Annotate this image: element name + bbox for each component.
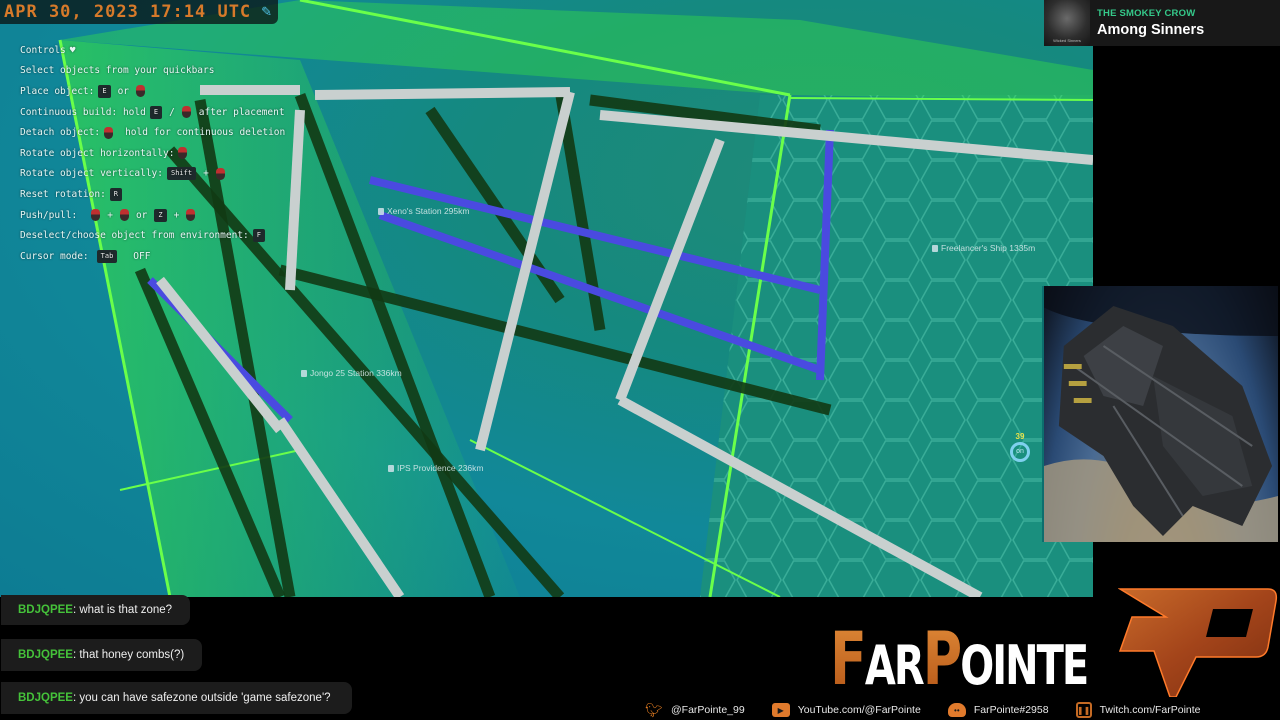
key-shift: Shift bbox=[167, 167, 197, 181]
gps-icon bbox=[388, 464, 394, 472]
album-art: Wicked Sinners bbox=[1044, 0, 1090, 46]
control-row: Place object: E or bbox=[20, 81, 285, 102]
gps-icon bbox=[301, 369, 307, 377]
mouse-right-icon bbox=[91, 209, 101, 222]
key-tab: Tab bbox=[96, 249, 118, 263]
mouse-left-icon bbox=[136, 85, 146, 98]
chat-text: : you can have safezone outside 'game sa… bbox=[72, 692, 331, 704]
key-f: F bbox=[252, 229, 265, 243]
gps-marker[interactable]: Jongo 25 Station 336km bbox=[301, 368, 402, 378]
social-youtube[interactable]: ▶ YouTube.com/@FarPointe bbox=[771, 703, 921, 717]
discord-icon: •• bbox=[947, 703, 966, 717]
pen-icon: ✎ bbox=[261, 4, 273, 19]
key-e: E bbox=[98, 84, 111, 98]
social-twitch[interactable]: ❚❚ Twitch.com/FarPointe bbox=[1075, 702, 1201, 718]
key-r: R bbox=[109, 187, 123, 201]
cursor-indicator: 39 on bbox=[1008, 432, 1032, 466]
key-e: E bbox=[149, 105, 163, 119]
game-viewport[interactable]: APR 30, 2023 17:14 UTC ✎ Controls ♥ Sele… bbox=[0, 0, 1093, 597]
cursor-ring-icon: on bbox=[1010, 442, 1030, 462]
key-z: Z bbox=[154, 208, 167, 222]
mouse-right-icon bbox=[104, 126, 114, 139]
farpointe-logo-text: FARPOINTE bbox=[830, 618, 1089, 698]
chat-username: BDJQPEE bbox=[18, 692, 73, 704]
brand-letter: OINTE bbox=[960, 635, 1089, 698]
brand-letter: F bbox=[830, 616, 867, 702]
control-row: Push/pull: + or Z + bbox=[20, 205, 285, 226]
social-links-bar: 🐦︎ @FarPointe_99 ▶ YouTube.com/@FarPoint… bbox=[645, 700, 1280, 720]
heart-icon: ♥ bbox=[69, 44, 76, 56]
brand-letter: AR bbox=[864, 635, 925, 698]
now-playing-artist: THE SMOKEY CROW bbox=[1097, 8, 1196, 19]
gps-icon bbox=[378, 207, 384, 215]
chat-username: BDJQPEE bbox=[18, 604, 73, 616]
social-discord[interactable]: •• FarPointe#2958 bbox=[947, 703, 1049, 717]
gps-icon bbox=[932, 244, 938, 252]
control-row: Select objects from your quickbars bbox=[20, 65, 215, 77]
youtube-icon: ▶ bbox=[771, 703, 790, 717]
date-overlay: APR 30, 2023 17:14 UTC ✎ bbox=[0, 0, 278, 24]
now-playing-widget: Wicked Sinners THE SMOKEY CROW Among Sin… bbox=[1044, 0, 1280, 46]
ship-image-panel bbox=[1042, 286, 1278, 542]
mouse-wheel-icon bbox=[119, 209, 129, 222]
control-row: Rotate object horizontally: bbox=[20, 143, 285, 164]
brand-letter: P bbox=[922, 616, 963, 702]
chat-message: BDJQPEE: that honey combs(?) bbox=[1, 639, 202, 671]
control-row: Rotate object vertically: Shift + bbox=[20, 164, 285, 185]
control-row: Cursor mode: Tab OFF bbox=[20, 249, 151, 263]
mouse-wheel-icon bbox=[178, 147, 188, 160]
build-controls-help: Controls ♥ Select objects from your quic… bbox=[20, 40, 285, 267]
cursor-count: 39 bbox=[1015, 432, 1025, 441]
control-row: Continuous build: hold E / after placeme… bbox=[20, 105, 285, 119]
stream-layout: APR 30, 2023 17:14 UTC ✎ Controls ♥ Sele… bbox=[0, 0, 1280, 720]
chat-message: BDJQPEE: what is that zone? bbox=[1, 595, 190, 625]
control-row: Deselect/choose object from environment:… bbox=[20, 225, 285, 246]
chat-text: : that honey combs(?) bbox=[72, 649, 185, 661]
farpointe-p-logo-icon bbox=[1118, 588, 1278, 697]
controls-heading: Controls ♥ bbox=[20, 44, 76, 56]
chat-message: BDJQPEE: you can have safezone outside '… bbox=[1, 682, 352, 714]
gps-marker[interactable]: Freelancer's Ship 1335m bbox=[932, 243, 1035, 253]
ship-image bbox=[1044, 286, 1278, 542]
chat-username: BDJQPEE bbox=[18, 649, 73, 661]
twitter-icon: 🐦︎ bbox=[645, 701, 663, 718]
mouse-left-icon bbox=[181, 106, 191, 119]
gps-marker[interactable]: Xeno's Station 295km bbox=[378, 206, 469, 216]
mouse-wheel-icon bbox=[215, 167, 225, 180]
mouse-wheel-icon bbox=[186, 209, 196, 222]
chat-text: : what is that zone? bbox=[72, 604, 173, 616]
control-row: Detach object: hold for continuous delet… bbox=[20, 126, 286, 139]
now-playing-title: Among Sinners bbox=[1097, 22, 1205, 38]
control-row: Reset rotation: R bbox=[20, 184, 285, 205]
twitch-icon: ❚❚ bbox=[1075, 702, 1092, 718]
date-text: APR 30, 2023 17:14 UTC bbox=[4, 2, 252, 22]
social-twitter[interactable]: 🐦︎ @FarPointe_99 bbox=[645, 701, 745, 718]
gps-marker[interactable]: IPS Providence 236km bbox=[388, 463, 483, 473]
